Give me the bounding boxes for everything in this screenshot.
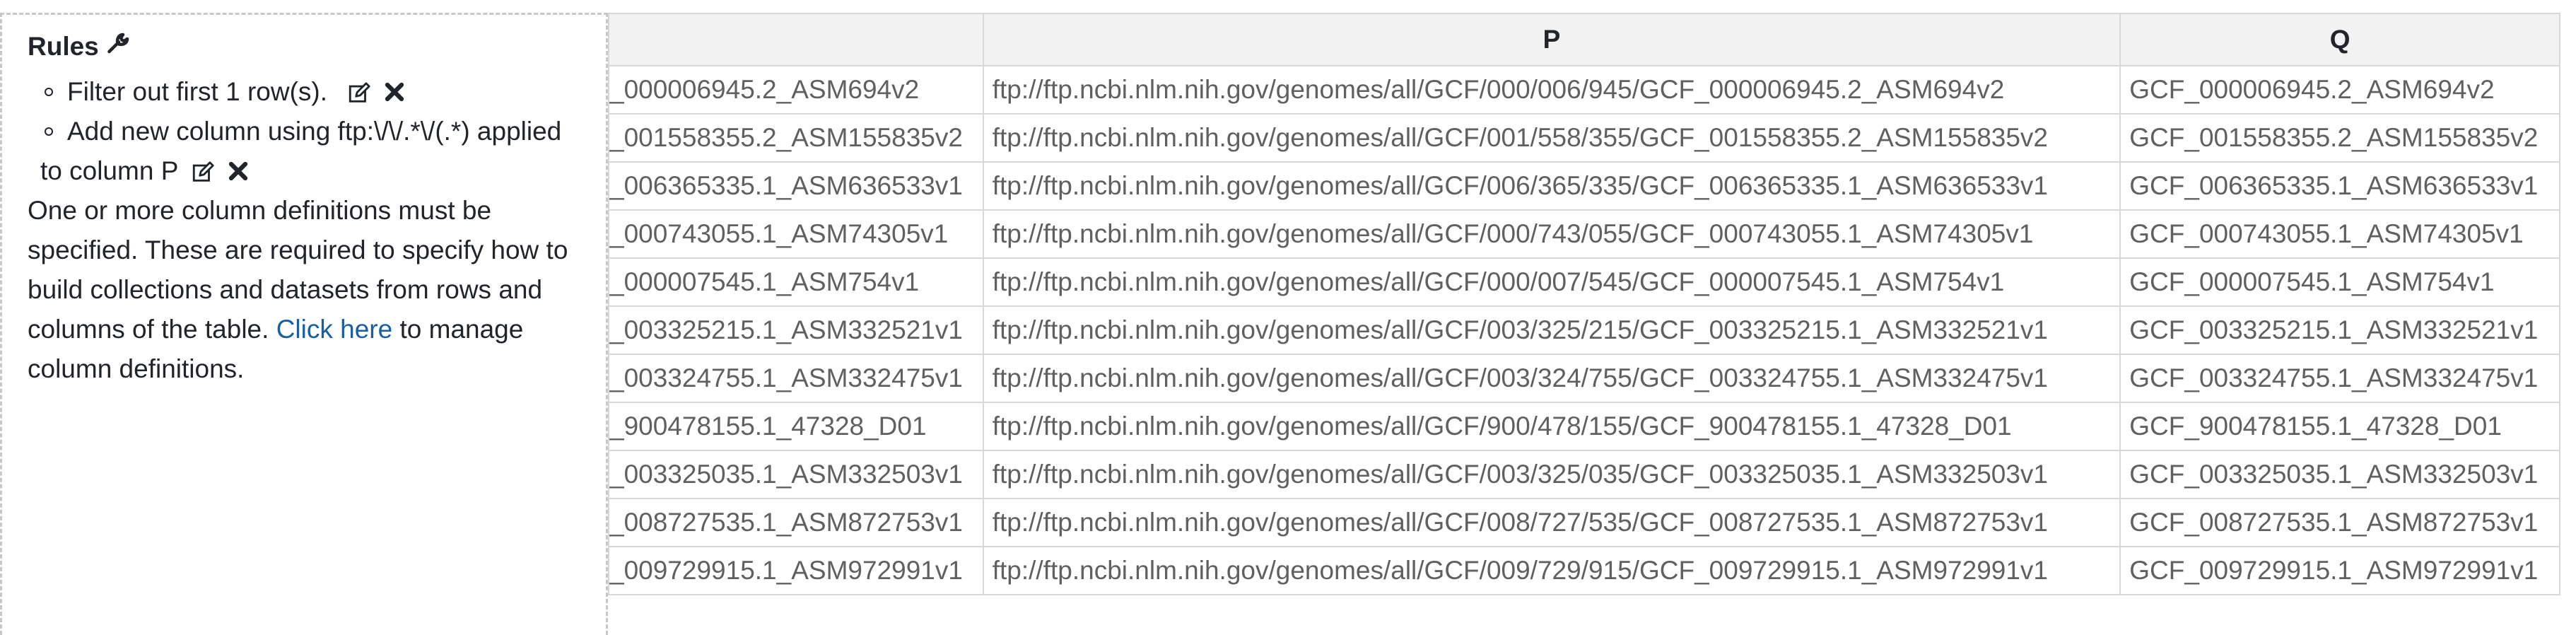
table-row: _000006945.2_ASM694v2 ftp://ftp.ncbi.nlm.… xyxy=(608,65,2560,115)
rules-title: Rules xyxy=(28,31,99,61)
table-cell[interactable]: GCF_003325035.1_ASM332503v1 xyxy=(2119,450,2560,499)
column-header-q[interactable]: Q xyxy=(2119,13,2560,66)
table-cell[interactable]: _006365335.1_ASM636533v1 xyxy=(608,161,984,211)
table-cell[interactable]: _009729915.1_ASM972991v1 xyxy=(608,546,984,595)
table-cell[interactable]: ftp://ftp.ncbi.nlm.nih.gov/genomes/all/G… xyxy=(982,450,2121,499)
remove-icon[interactable] xyxy=(384,81,405,105)
rules-message: One or more column definitions must be s… xyxy=(28,191,606,389)
table-cell[interactable]: _000743055.1_ASM74305v1 xyxy=(608,209,984,259)
table-header-row: P Q xyxy=(608,13,2560,66)
table-cell[interactable]: GCF_001558355.2_ASM155835v2 xyxy=(2119,113,2560,163)
table-cell[interactable]: GCF_000007545.1_ASM754v1 xyxy=(2119,257,2560,307)
table-row: _008727535.1_ASM872753v1 ftp://ftp.ncbi.n… xyxy=(608,498,2560,547)
table-cell[interactable]: ftp://ftp.ncbi.nlm.nih.gov/genomes/all/G… xyxy=(982,257,2121,307)
data-table-container[interactable]: P Q _000006945.2_ASM694v2 ftp://ftp.ncbi.… xyxy=(608,13,2560,614)
table-cell[interactable]: ftp://ftp.ncbi.nlm.nih.gov/genomes/all/G… xyxy=(982,65,2121,115)
column-header[interactable] xyxy=(608,13,984,66)
manage-columns-link[interactable]: Click here xyxy=(276,315,393,344)
column-header-p[interactable]: P xyxy=(982,13,2121,66)
table-cell[interactable]: _008727535.1_ASM872753v1 xyxy=(608,498,984,547)
table-cell[interactable]: ftp://ftp.ncbi.nlm.nih.gov/genomes/all/G… xyxy=(982,113,2121,163)
table-row: _006365335.1_ASM636533v1 ftp://ftp.ncbi.n… xyxy=(608,161,2560,211)
rule-text-tail: to column P xyxy=(40,156,179,185)
table-row: _000743055.1_ASM74305v1 ftp://ftp.ncbi.nl… xyxy=(608,209,2560,259)
table-cell[interactable]: ftp://ftp.ncbi.nlm.nih.gov/genomes/all/G… xyxy=(982,546,2121,595)
table-cell[interactable]: GCF_006365335.1_ASM636533v1 xyxy=(2119,161,2560,211)
table-row: _900478155.1_47328_D01 ftp://ftp.ncbi.nlm… xyxy=(608,402,2560,451)
table-cell[interactable]: GCF_900478155.1_47328_D01 xyxy=(2119,402,2560,451)
table-cell[interactable]: _003324755.1_ASM332475v1 xyxy=(608,354,984,403)
table-cell[interactable]: GCF_003324755.1_ASM332475v1 xyxy=(2119,354,2560,403)
bullet-icon xyxy=(45,127,53,136)
table-cell[interactable]: ftp://ftp.ncbi.nlm.nih.gov/genomes/all/G… xyxy=(982,354,2121,403)
table-cell[interactable]: _000006945.2_ASM694v2 xyxy=(608,65,984,115)
rule-item: Filter out first 1 row(s). xyxy=(40,72,606,112)
table-cell[interactable]: GCF_009729915.1_ASM972991v1 xyxy=(2119,546,2560,595)
data-table: P Q _000006945.2_ASM694v2 ftp://ftp.ncbi.… xyxy=(608,13,2560,595)
table-row: _003325035.1_ASM332503v1 ftp://ftp.ncbi.n… xyxy=(608,450,2560,499)
table-cell[interactable]: GCF_008727535.1_ASM872753v1 xyxy=(2119,498,2560,547)
table-cell[interactable]: _900478155.1_47328_D01 xyxy=(608,402,984,451)
rule-text: Add new column using ftp:\/\/.*\/(.*) ap… xyxy=(67,117,562,146)
edit-icon[interactable] xyxy=(191,161,215,185)
remove-icon[interactable] xyxy=(228,161,249,185)
rule-actions xyxy=(347,81,405,105)
table-row: _009729915.1_ASM972991v1 ftp://ftp.ncbi.n… xyxy=(608,546,2560,595)
table-cell[interactable]: ftp://ftp.ncbi.nlm.nih.gov/genomes/all/G… xyxy=(982,209,2121,259)
table-row: _003324755.1_ASM332475v1 ftp://ftp.ncbi.n… xyxy=(608,354,2560,403)
rule-text-continued: to column P xyxy=(40,151,606,191)
table-cell[interactable]: ftp://ftp.ncbi.nlm.nih.gov/genomes/all/G… xyxy=(982,402,2121,451)
table-cell[interactable]: _000007545.1_ASM754v1 xyxy=(608,257,984,307)
table-cell[interactable]: _001558355.2_ASM155835v2 xyxy=(608,113,984,163)
table-cell[interactable]: GCF_003325215.1_ASM332521v1 xyxy=(2119,305,2560,355)
edit-icon[interactable] xyxy=(347,81,371,105)
rules-list: Filter out first 1 row(s). Add new colum… xyxy=(28,72,606,191)
table-body: _000006945.2_ASM694v2 ftp://ftp.ncbi.nlm.… xyxy=(608,65,2560,595)
bullet-icon xyxy=(45,88,53,96)
table-row: _000007545.1_ASM754v1 ftp://ftp.ncbi.nlm.… xyxy=(608,257,2560,307)
rules-header: Rules xyxy=(28,30,606,62)
rule-text: Filter out first 1 row(s). xyxy=(67,77,327,106)
table-row: _001558355.2_ASM155835v2 ftp://ftp.ncbi.n… xyxy=(608,113,2560,163)
rule-actions xyxy=(191,161,249,185)
wrench-icon xyxy=(106,30,131,62)
table-cell[interactable]: _003325215.1_ASM332521v1 xyxy=(608,305,984,355)
rules-panel: Rules Filter out first 1 row(s). Add new… xyxy=(0,13,608,635)
table-cell[interactable]: GCF_000006945.2_ASM694v2 xyxy=(2119,65,2560,115)
table-cell[interactable]: ftp://ftp.ncbi.nlm.nih.gov/genomes/all/G… xyxy=(982,498,2121,547)
table-cell[interactable]: _003325035.1_ASM332503v1 xyxy=(608,450,984,499)
table-cell[interactable]: ftp://ftp.ncbi.nlm.nih.gov/genomes/all/G… xyxy=(982,161,2121,211)
rule-item: Add new column using ftp:\/\/.*\/(.*) ap… xyxy=(40,112,606,191)
table-cell[interactable]: ftp://ftp.ncbi.nlm.nih.gov/genomes/all/G… xyxy=(982,305,2121,355)
table-row: _003325215.1_ASM332521v1 ftp://ftp.ncbi.n… xyxy=(608,305,2560,355)
table-cell[interactable]: GCF_000743055.1_ASM74305v1 xyxy=(2119,209,2560,259)
